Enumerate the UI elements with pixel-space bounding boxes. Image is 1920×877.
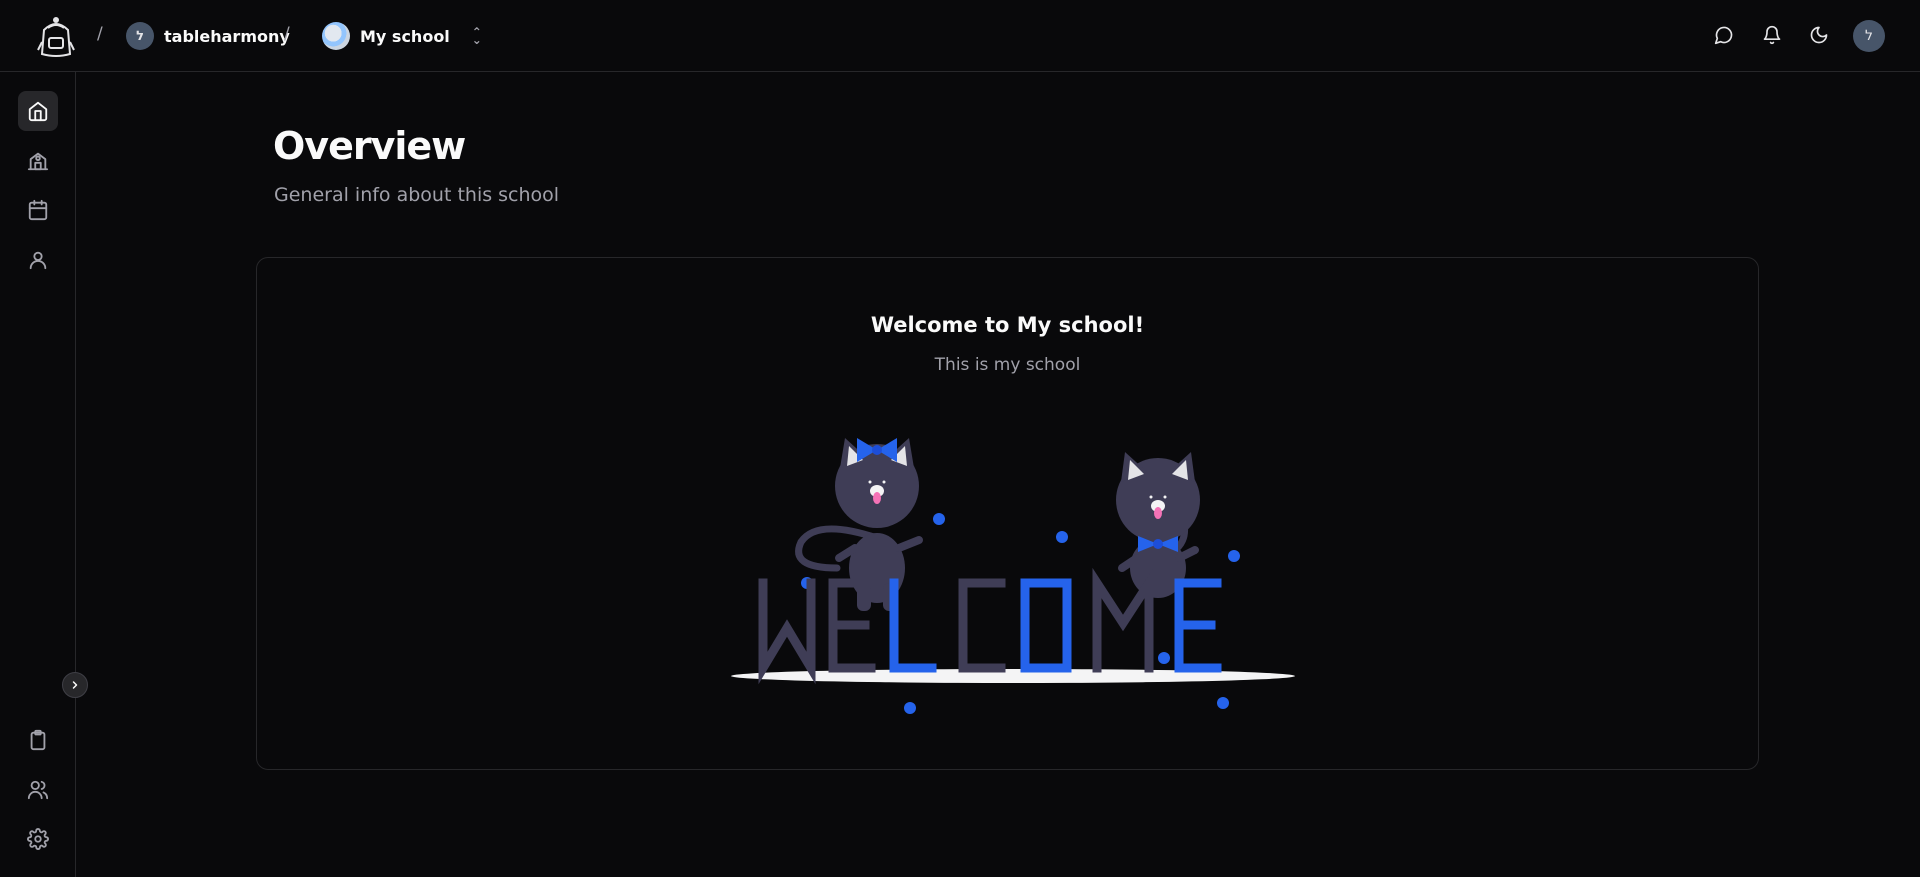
message-icon[interactable] (1711, 22, 1737, 48)
cat-right (1116, 452, 1200, 598)
user-avatar-letter: ל (1865, 28, 1873, 44)
sidebar-item-members[interactable] (18, 770, 58, 810)
sidebar-item-school[interactable] (18, 141, 58, 181)
school-switcher[interactable]: My school ⌃ ⌄ (322, 22, 482, 50)
sidebar (0, 72, 76, 877)
school-icon (27, 152, 49, 171)
settings-icon (27, 828, 49, 850)
page-title: Overview (273, 124, 466, 168)
calendar-icon (28, 199, 48, 221)
users-icon (27, 780, 49, 800)
page-subtitle: General info about this school (274, 184, 560, 206)
school-logo (322, 22, 350, 50)
workspace-avatar-letter: ל (136, 28, 144, 44)
workspace-name: tableharmony (164, 26, 290, 46)
chevron-updown-icon: ⌃ ⌄ (471, 25, 482, 47)
breadcrumb-separator: / (97, 24, 103, 44)
breadcrumb-workspace[interactable]: ל tableharmony (126, 22, 290, 50)
sidebar-item-profile[interactable] (18, 240, 58, 280)
welcome-illustration (731, 438, 1295, 714)
sidebar-item-tasks[interactable] (18, 720, 58, 760)
sidebar-item-calendar[interactable] (18, 190, 58, 230)
welcome-letters (758, 567, 1222, 685)
top-bar: / ל tableharmony / My school ⌃ ⌄ ל (0, 0, 1920, 72)
home-icon (28, 101, 48, 122)
welcome-title: Welcome to My school! (870, 313, 1145, 337)
sidebar-item-home[interactable] (18, 91, 58, 131)
sidebar-item-settings[interactable] (18, 819, 58, 859)
user-icon (29, 251, 47, 270)
sidebar-expand-button[interactable] (62, 672, 88, 698)
bell-icon[interactable] (1759, 22, 1785, 48)
logo-icon[interactable] (36, 14, 76, 58)
user-avatar[interactable]: ל (1853, 20, 1885, 52)
clipboard-icon (30, 729, 46, 751)
chevron-right-icon (72, 681, 78, 689)
welcome-subtitle: This is my school (934, 355, 1081, 375)
breadcrumb-separator: / (284, 24, 290, 44)
workspace-avatar: ל (126, 22, 154, 50)
welcome-card: Welcome to My school! This is my school (256, 257, 1759, 770)
moon-icon[interactable] (1806, 22, 1832, 48)
school-name: My school (360, 26, 450, 46)
